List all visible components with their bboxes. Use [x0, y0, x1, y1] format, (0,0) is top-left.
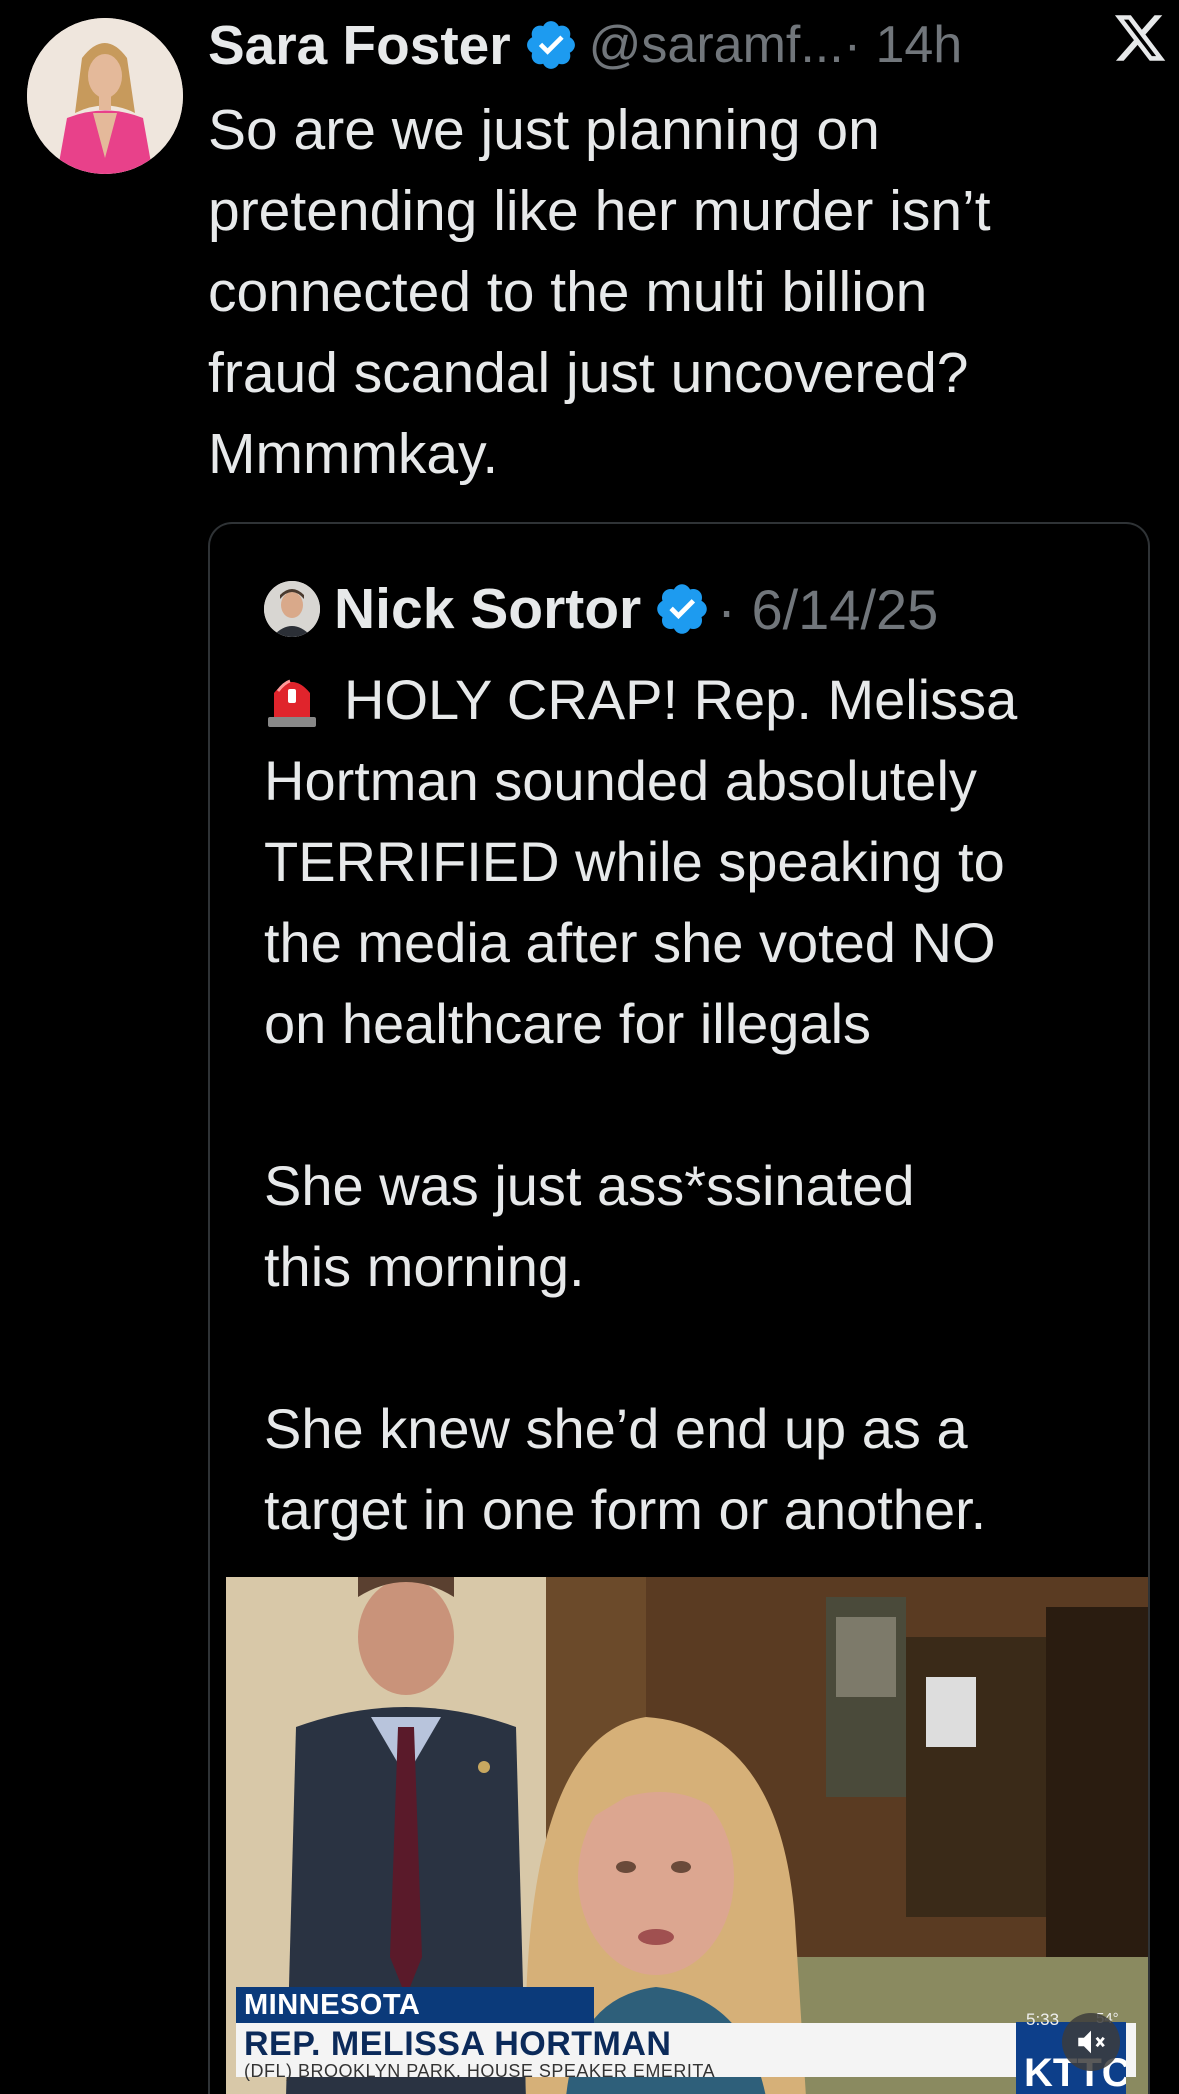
lower-third-name: REP. MELISSA HORTMAN: [244, 2025, 672, 2063]
quoted-tweet-date[interactable]: · 6/14/25: [717, 577, 938, 642]
rotating-light-emoji-icon: [268, 679, 316, 727]
quoted-author-name[interactable]: Nick Sortor: [334, 576, 641, 642]
tweet-text: So are we just planning on pretending li…: [208, 98, 991, 486]
quoted-tweet-text-container: HOLY CRAP! Rep. Melissa Hortman sounded …: [264, 659, 1124, 1550]
lower-third-subtitle: (DFL) BROOKLYN PARK, HOUSE SPEAKER EMERI…: [244, 2061, 716, 2081]
author-avatar[interactable]: [27, 18, 183, 174]
lower-third-top-banner: MINNESOTA LEGISLATURE: [236, 1987, 594, 2057]
verified-badge-icon: [526, 21, 575, 69]
author-handle-time[interactable]: @saramf...· 14h: [589, 15, 963, 75]
author-name[interactable]: Sara Foster: [208, 13, 511, 77]
quoted-tweet-header: Nick Sortor · 6/14/25: [264, 574, 938, 644]
quoted-tweet-text: HOLY CRAP! Rep. Melissa Hortman sounded …: [264, 668, 1018, 1541]
quoted-author-avatar[interactable]: [264, 581, 320, 637]
x-logo-icon[interactable]: [1111, 10, 1169, 66]
mute-button[interactable]: [1062, 2013, 1120, 2071]
muted-speaker-icon: [1078, 2030, 1105, 2054]
broadcast-clock: 5:33: [1026, 2010, 1060, 2029]
lower-third-main-banner: REP. MELISSA HORTMAN (DFL) BROOKLYN PARK…: [236, 2023, 1136, 2081]
quoted-tweet-video[interactable]: MINNESOTA LEGISLATURE REP. MELISSA HORTM…: [226, 1577, 1148, 2094]
verified-badge-icon: [657, 584, 708, 634]
quoted-tweet[interactable]: Nick Sortor · 6/14/25 HOLY CRAP! Rep. Me…: [208, 522, 1150, 2094]
tweet-header: Sara Foster @saramf...· 14h: [208, 10, 1158, 80]
